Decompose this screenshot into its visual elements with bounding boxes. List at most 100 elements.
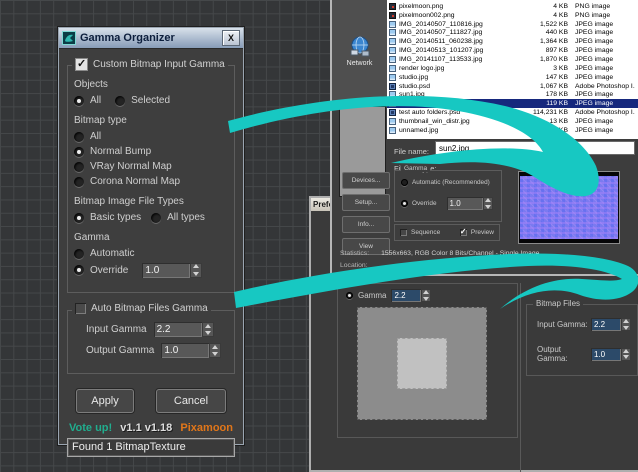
file-size: 1,522 KB [520, 21, 575, 28]
file-type: JPEG image [575, 21, 635, 28]
bitmap-input-gamma-value[interactable]: 2.2 [591, 318, 621, 331]
bitmap-input-gamma-spinner: 2.2 [591, 318, 631, 331]
bitmap-type-all-radio[interactable] [74, 132, 84, 142]
dialog-gamma-group: Gamma Automatic (Recommended) Override 1… [394, 170, 502, 222]
dialog-override-spinner: 1.0 [447, 197, 493, 210]
network-icon[interactable] [349, 36, 371, 58]
file-type: JPEG image [575, 127, 635, 134]
file-size: 36 KB [520, 127, 575, 134]
file-row[interactable]: IMG_20140507_111827.jpg 440 KB JPEG imag… [387, 29, 638, 38]
spinner-up-button[interactable] [190, 263, 202, 271]
gamma-calibration-image [357, 307, 487, 420]
override-gamma-spinner: 1.0 [142, 263, 202, 278]
auto-bitmap-files-gamma-checkbox[interactable] [75, 303, 86, 314]
gamma-override-radio[interactable] [74, 265, 84, 275]
file-name: IMG_20140507_111827.jpg [399, 29, 520, 36]
location-row: Location: [340, 262, 368, 269]
basic-types-radio[interactable] [74, 213, 84, 223]
info-button[interactable]: Info... [342, 216, 390, 233]
spinner-down-button[interactable] [621, 354, 631, 361]
file-row[interactable]: studio.psd 1,067 KB Adobe Photoshop I... [387, 82, 638, 91]
author-link[interactable]: Pixamoon [180, 422, 233, 434]
objects-all-radio[interactable] [74, 96, 84, 106]
spinner-down-button[interactable] [621, 325, 631, 332]
override-gamma-value[interactable]: 1.0 [142, 263, 190, 278]
all-types-radio[interactable] [151, 213, 161, 223]
close-icon[interactable]: X [222, 30, 240, 46]
file-size: 13 KB [520, 118, 575, 125]
dialog-override-value[interactable]: 1.0 [447, 197, 483, 210]
file-row[interactable]: thumbnail_win_distr.jpg 13 KB JPEG image [387, 117, 638, 126]
pref-gamma-value[interactable]: 2.2 [391, 289, 421, 302]
gamma-organizer-window[interactable]: Gamma Organizer X Custom Bitmap Input Ga… [58, 27, 244, 445]
file-type: Adobe Photoshop I... [575, 109, 635, 116]
file-name: render logo.jpg [399, 65, 520, 72]
automatic-recommended-radio[interactable] [401, 179, 408, 186]
file-type: JPEG image [575, 56, 635, 63]
spinner-down-button[interactable] [202, 330, 214, 338]
auto-gamma-group: Auto Bitmap Files Gamma Input Gamma 2.2 … [67, 310, 235, 374]
spinner-down-button[interactable] [209, 351, 221, 359]
custom-gamma-group: Custom Bitmap Input Gamma Objects All Se… [67, 65, 235, 293]
status-bar: Found 1 BitmapTexture [67, 438, 235, 457]
file-row[interactable]: test auto folders.psd 114,231 KB Adobe P… [387, 108, 638, 117]
custom-bitmap-input-gamma-checkbox[interactable] [75, 58, 88, 71]
version-label: v1.1 v1.18 [120, 422, 172, 434]
network-place-label[interactable]: Network [347, 60, 373, 67]
file-name-input[interactable] [435, 141, 635, 155]
bitmap-open-dialog[interactable]: Network pixelmoon.png 4 KB PNG image pix… [330, 0, 638, 276]
dialog-override-radio[interactable] [401, 200, 408, 207]
input-gamma-value[interactable]: 2.2 [154, 322, 202, 337]
apply-button[interactable]: Apply [76, 389, 134, 413]
gamma-section-label: Gamma [74, 232, 228, 243]
file-row[interactable]: render logo.jpg 3 KB JPEG image [387, 64, 638, 73]
devices-button[interactable]: Devices... [342, 172, 390, 189]
bitmap-output-gamma-value[interactable]: 1.0 [591, 348, 621, 361]
file-size: 147 KB [520, 74, 575, 81]
gamma-preview-panel: Gamma 2.2 [337, 283, 518, 438]
places-bar: Network [332, 0, 387, 103]
preview-checkbox[interactable] [460, 229, 467, 236]
file-name: susun2.jpg [399, 100, 520, 107]
pref-gamma-radio[interactable] [346, 292, 353, 299]
spinner-down-button[interactable] [483, 204, 493, 211]
spinner-up-button[interactable] [209, 343, 221, 351]
file-size: 1,067 KB [520, 83, 575, 90]
spinner-up-button[interactable] [202, 322, 214, 330]
file-size: 4 KB [520, 3, 575, 10]
bitmap-type-section-label: Bitmap type [74, 115, 228, 126]
file-row[interactable]: studio.jpg 147 KB JPEG image [387, 73, 638, 82]
file-row[interactable]: IMG_20140507_110816.jpg 1,522 KB JPEG im… [387, 20, 638, 29]
file-name: test auto folders.psd [399, 109, 520, 116]
file-name: studio.jpg [399, 74, 520, 81]
sequence-checkbox[interactable] [400, 229, 407, 236]
bitmap-type-vray-radio[interactable] [74, 162, 84, 172]
setup-button[interactable]: Setup... [342, 194, 390, 211]
spinner-down-button[interactable] [421, 296, 431, 303]
file-size: 897 KB [520, 47, 575, 54]
vote-up-link[interactable]: Vote up! [69, 422, 112, 434]
file-type-icon [389, 3, 396, 10]
file-type-icon [389, 12, 396, 19]
file-row[interactable]: susun2.jpg 119 KB JPEG image [387, 99, 638, 108]
file-list: pixelmoon.png 4 KB PNG image pixelmoon00… [387, 0, 638, 139]
file-row[interactable]: pixelmoon.png 4 KB PNG image [387, 2, 638, 11]
objects-selected-radio[interactable] [115, 96, 125, 106]
file-row[interactable]: IMG_20140511_060238.jpg 1,364 KB JPEG im… [387, 37, 638, 46]
file-row[interactable]: unnamed.jpg 36 KB JPEG image [387, 126, 638, 135]
bitmap-type-normal-bump-radio[interactable] [74, 147, 84, 157]
file-row[interactable]: IMG_20140513_101207.jpg 897 KB JPEG imag… [387, 46, 638, 55]
gamma-organizer-titlebar[interactable]: Gamma Organizer X [59, 28, 243, 49]
output-gamma-value[interactable]: 1.0 [161, 343, 209, 358]
gamma-automatic-radio[interactable] [74, 249, 84, 259]
normal-map-texture [520, 176, 618, 239]
spinner-down-button[interactable] [190, 270, 202, 278]
file-row[interactable]: pixelmoon002.png 4 KB PNG image [387, 11, 638, 20]
file-row[interactable]: IMG_20141107_113533.jpg 1,870 KB JPEG im… [387, 55, 638, 64]
file-name-label: File name: [394, 147, 429, 156]
file-row[interactable]: sun1.jpg 178 KB JPEG image [387, 90, 638, 99]
bitmap-type-corona-radio[interactable] [74, 177, 84, 187]
file-type-icon [389, 47, 396, 54]
bitmap-output-gamma-spinner: 1.0 [591, 348, 631, 361]
cancel-button[interactable]: Cancel [156, 389, 226, 413]
